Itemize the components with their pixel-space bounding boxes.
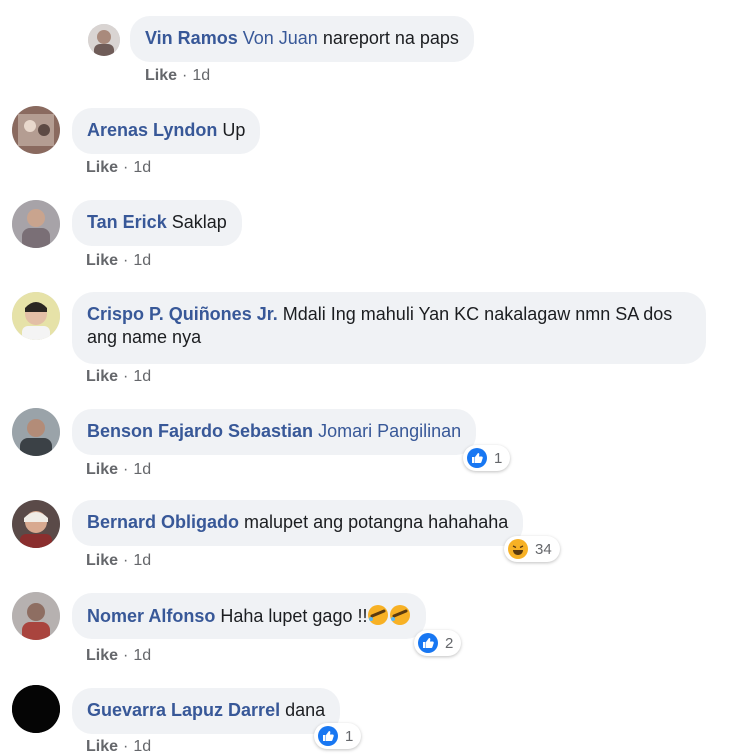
rolling-laughing-icon: [389, 604, 411, 626]
avatar[interactable]: [88, 24, 120, 56]
like-link[interactable]: Like: [86, 552, 118, 569]
tagged-user[interactable]: Jomari Pangilinan: [318, 421, 461, 441]
comment-bubble: Bernard Obligado malupet ang potangna ha…: [72, 500, 524, 546]
avatar[interactable]: [12, 685, 60, 733]
like-link[interactable]: Like: [145, 67, 177, 84]
reaction-count: 2: [445, 634, 454, 652]
comment-author[interactable]: Crispo P. Quiñones Jr.: [87, 304, 278, 324]
reaction-count: 1: [494, 449, 503, 467]
comment-author[interactable]: Guevarra Lapuz Darrel: [87, 700, 280, 720]
comment-bubble: Guevarra Lapuz Darrel dana: [72, 688, 341, 734]
comment-time[interactable]: 1d: [133, 552, 151, 569]
comment-author[interactable]: Tan Erick: [87, 212, 167, 232]
comment-meta: Like · 1d: [145, 67, 211, 84]
like-link[interactable]: Like: [86, 368, 118, 385]
comment-text: Haha lupet gago !!: [220, 606, 368, 626]
reaction-summary[interactable]: 34: [504, 536, 560, 562]
reaction-count: 1: [345, 727, 354, 745]
comment-time[interactable]: 1d: [133, 738, 151, 755]
comment-time[interactable]: 1d: [133, 252, 151, 269]
thumbs-up-icon: [466, 447, 488, 469]
comment-meta: Like · 1d: [86, 368, 152, 385]
comment-text: malupet ang potangna hahahaha: [244, 512, 509, 532]
tagged-user[interactable]: Von Juan: [243, 28, 318, 48]
reaction-summary[interactable]: 1: [463, 445, 511, 471]
comment-meta: Like · 1d: [86, 252, 152, 269]
thumbs-up-icon: [317, 725, 339, 747]
comment-time[interactable]: 1d: [133, 368, 151, 385]
reaction-summary[interactable]: 1: [314, 723, 362, 749]
like-link[interactable]: Like: [86, 647, 118, 664]
comment-bubble: Crispo P. Quiñones Jr. Mdali Ing mahuli …: [72, 292, 706, 364]
reaction-count: 34: [535, 540, 552, 558]
comment-author[interactable]: Bernard Obligado: [87, 512, 239, 532]
avatar[interactable]: [12, 200, 60, 248]
like-link[interactable]: Like: [86, 461, 118, 478]
like-link[interactable]: Like: [86, 159, 118, 176]
comment-author[interactable]: Arenas Lyndon: [87, 120, 217, 140]
like-link[interactable]: Like: [86, 738, 118, 755]
comment-meta: Like · 1d: [86, 552, 152, 569]
comment-meta: Like · 1d: [86, 461, 152, 478]
comment-time[interactable]: 1d: [133, 461, 151, 478]
comment-author[interactable]: Nomer Alfonso: [87, 606, 215, 626]
comment-bubble: Arenas Lyndon Up: [72, 108, 261, 154]
like-link[interactable]: Like: [86, 252, 118, 269]
comment-meta: Like · 1d: [86, 647, 152, 664]
comment-meta: Like · 1d: [86, 738, 152, 755]
comment-time[interactable]: 1d: [133, 647, 151, 664]
comment-bubble: Vin Ramos Von Juan nareport na paps: [130, 16, 474, 62]
comment-bubble: Benson Fajardo Sebastian Jomari Pangilin…: [72, 409, 477, 455]
comment-time[interactable]: 1d: [192, 67, 210, 84]
avatar[interactable]: [12, 292, 60, 340]
avatar[interactable]: [12, 500, 60, 548]
comment-bubble: Tan Erick Saklap: [72, 200, 242, 246]
comment-text: nareport na paps: [322, 28, 459, 48]
comment-bubble: Nomer Alfonso Haha lupet gago !!: [72, 593, 427, 639]
comment-author[interactable]: Benson Fajardo Sebastian: [87, 421, 313, 441]
reaction-summary[interactable]: 2: [414, 630, 462, 656]
comment-text: Saklap: [171, 212, 227, 232]
comment-time[interactable]: 1d: [133, 159, 151, 176]
thumbs-up-icon: [417, 632, 439, 654]
avatar[interactable]: [12, 408, 60, 456]
rolling-laughing-icon: [367, 604, 389, 626]
haha-icon: [507, 538, 529, 560]
comment-text: Up: [222, 120, 246, 140]
comment-meta: Like · 1d: [86, 159, 152, 176]
avatar[interactable]: [12, 592, 60, 640]
comment-text: dana: [285, 700, 326, 720]
avatar[interactable]: [12, 106, 60, 154]
comment-author[interactable]: Vin Ramos: [145, 28, 238, 48]
